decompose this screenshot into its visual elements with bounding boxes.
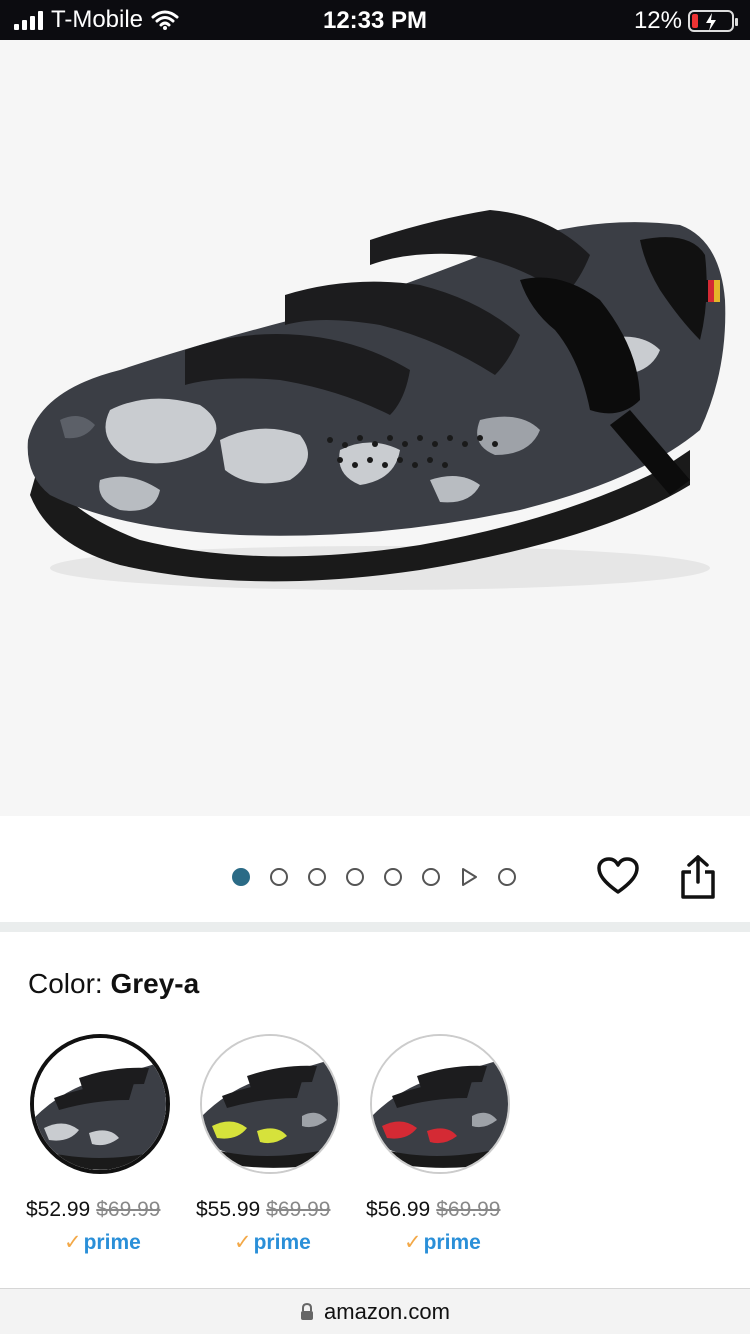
battery-percent: 12% [633,7,682,34]
carousel-dot[interactable] [422,868,440,886]
carousel-dots [232,868,516,886]
url-bar[interactable]: amazon.com [0,1289,750,1334]
carousel-controls [0,816,750,922]
lock-icon [301,1302,314,1320]
color-swatch-yellow[interactable]: $55.99 $69.99 ✓prime [196,1034,370,1254]
swatch-price-row: $56.99 $69.99 [366,1198,500,1222]
prime-badge: ✓prime [64,1231,141,1254]
swatch-price: $55.99 [196,1198,261,1221]
color-label: Color: Grey-a [28,968,199,1000]
color-label-prefix: Color: [28,968,103,999]
swatch-list-price: $69.99 [436,1198,501,1221]
swatch-thumbnail [200,1034,340,1174]
status-right: 12% [633,7,738,35]
carousel-dot[interactable] [384,868,402,886]
swatch-thumbnail [370,1034,510,1174]
color-swatches: $52.99 $69.99 ✓prime $55.99 $69.99 ✓prime [0,1034,750,1254]
prime-badge: ✓prime [404,1231,481,1254]
swatch-price: $52.99 [26,1198,91,1221]
carousel-dot[interactable] [270,868,288,886]
battery-icon [688,10,738,32]
section-divider [0,922,750,932]
swatch-price-row: $52.99 $69.99 [26,1198,160,1222]
url-domain: amazon.com [324,1298,450,1324]
color-swatch-grey-a[interactable]: $52.99 $69.99 ✓prime [26,1034,200,1254]
prime-label: prime [423,1231,481,1254]
swatch-thumbnail [30,1034,170,1174]
swatch-price: $56.99 [366,1198,431,1221]
selected-color-name: Grey-a [110,968,200,999]
carousel-dot[interactable] [308,868,326,886]
carousel-dot[interactable] [498,868,516,886]
video-play-icon[interactable] [460,868,478,886]
prime-label: prime [253,1231,311,1254]
swatch-price-row: $55.99 $69.99 [196,1198,330,1222]
swatch-list-price: $69.99 [266,1198,331,1221]
share-button[interactable] [678,854,718,900]
cycling-shoe-image [27,210,726,590]
product-image[interactable] [0,40,750,816]
wishlist-heart-button[interactable] [596,856,640,896]
carousel-dot[interactable] [346,868,364,886]
carousel-dot[interactable] [232,868,250,886]
swatch-list-price: $69.99 [96,1198,161,1221]
status-bar: T-Mobile 12:33 PM 12% [0,0,750,40]
share-icon [681,855,715,899]
prime-label: prime [83,1231,141,1254]
heart-icon [597,857,639,894]
color-swatch-red[interactable]: $56.99 $69.99 ✓prime [366,1034,540,1254]
prime-badge: ✓prime [234,1231,311,1254]
